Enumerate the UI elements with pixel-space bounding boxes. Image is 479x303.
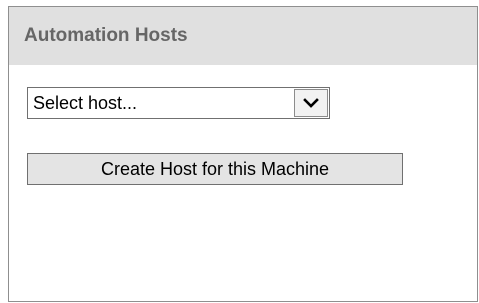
create-host-button[interactable]: Create Host for this Machine [27,153,403,185]
host-select-value: Select host... [33,92,138,113]
automation-hosts-panel: Automation Hosts Select host... Create H… [8,6,478,302]
host-select[interactable]: Select host... [27,87,330,119]
host-select-dropdown-button[interactable] [294,89,328,117]
panel-title: Automation Hosts [24,25,188,46]
chevron-down-icon [303,98,319,108]
panel-header: Automation Hosts [9,7,477,65]
